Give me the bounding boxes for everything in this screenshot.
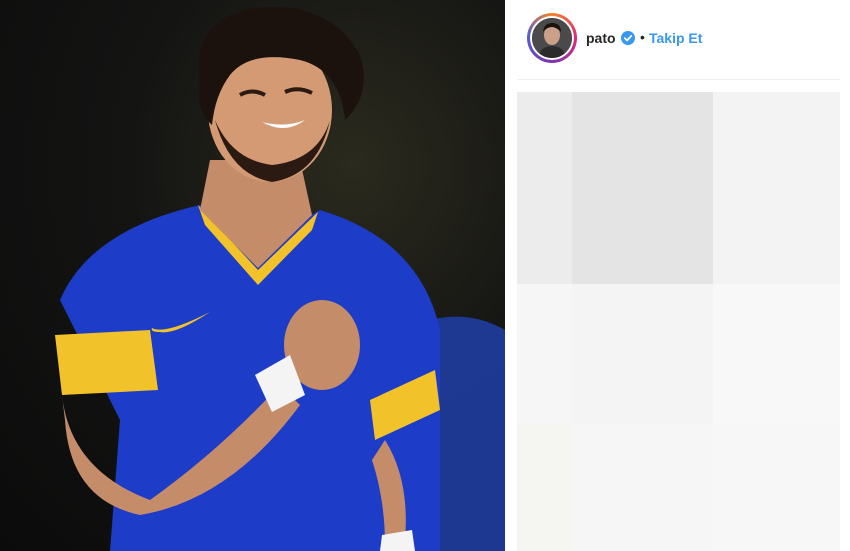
avatar[interactable] xyxy=(527,13,577,63)
placeholder-block xyxy=(517,284,572,424)
post-photo[interactable] xyxy=(0,0,505,551)
avatar-image-icon xyxy=(532,18,572,58)
loading-placeholder-grid xyxy=(517,92,840,551)
post-side-panel: pato • Takip Et xyxy=(505,0,850,551)
post-header: pato • Takip Et xyxy=(505,0,850,78)
username-link[interactable]: pato xyxy=(586,30,616,46)
placeholder-block xyxy=(572,424,713,551)
placeholder-block xyxy=(572,92,713,284)
placeholder-block xyxy=(517,424,572,551)
placeholder-block xyxy=(713,284,840,424)
header-divider xyxy=(517,79,840,80)
placeholder-block xyxy=(517,92,572,284)
placeholder-block xyxy=(713,92,840,284)
player-photo-icon xyxy=(55,6,505,551)
follow-button[interactable]: Takip Et xyxy=(649,30,702,46)
verified-badge-icon xyxy=(621,31,635,45)
placeholder-block xyxy=(572,284,713,424)
placeholder-block xyxy=(713,424,840,551)
header-separator: • xyxy=(640,29,645,45)
